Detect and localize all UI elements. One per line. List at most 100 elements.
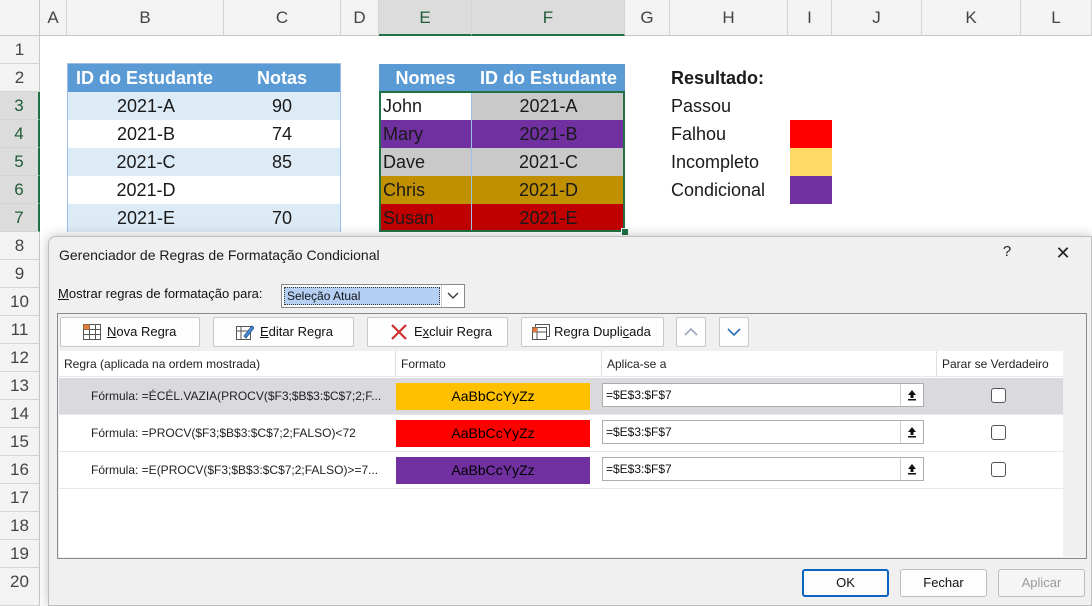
new-rule-button[interactable]: Nova Regra bbox=[60, 317, 200, 347]
column-header-a[interactable]: A bbox=[40, 0, 67, 36]
table1-cell-grade[interactable]: 74 bbox=[224, 120, 340, 148]
grid-header-rule[interactable]: Regra (aplicada na ordem mostrada) bbox=[59, 351, 396, 377]
applies-to-field[interactable]: =$E$3:$F$7 bbox=[602, 383, 924, 407]
chevron-down-icon[interactable] bbox=[441, 285, 464, 307]
move-up-button[interactable] bbox=[676, 317, 706, 347]
table1-cell-id[interactable]: 2021-B bbox=[68, 120, 224, 148]
column-header-k[interactable]: K bbox=[922, 0, 1021, 36]
stop-if-true-checkbox[interactable] bbox=[991, 388, 1006, 403]
row-header-17[interactable]: 17 bbox=[0, 484, 40, 512]
column-header-g[interactable]: G bbox=[625, 0, 670, 36]
table1-cell-id[interactable]: 2021-D bbox=[68, 176, 224, 204]
row-header-12[interactable]: 12 bbox=[0, 344, 40, 372]
rule-row[interactable]: Fórmula: =E(PROCV($F3;$B$3:$C$7;2;FALSO)… bbox=[59, 452, 1063, 489]
selected-range-border bbox=[379, 91, 625, 232]
table1-cell-id[interactable]: 2021-C bbox=[68, 148, 224, 176]
table1-cell-grade[interactable] bbox=[224, 176, 340, 204]
table1-cell-id[interactable]: 2021-E bbox=[68, 204, 224, 232]
row-header-11[interactable]: 11 bbox=[0, 316, 40, 344]
close-button[interactable]: Fechar bbox=[900, 569, 987, 597]
table2-header-id[interactable]: ID do Estudante bbox=[472, 64, 625, 92]
row-header-9[interactable]: 9 bbox=[0, 260, 40, 288]
table1-header-grades[interactable]: Notas bbox=[224, 64, 340, 92]
legend-title[interactable]: Resultado: bbox=[671, 64, 811, 92]
rules-grid: Regra (aplicada na ordem mostrada) Forma… bbox=[59, 351, 1063, 557]
row-header-8[interactable]: 8 bbox=[0, 232, 40, 260]
dialog-title: Gerenciador de Regras de Formatação Cond… bbox=[59, 247, 380, 263]
chevron-up-icon bbox=[684, 327, 698, 336]
edit-rule-button[interactable]: Editar Regra bbox=[213, 317, 354, 347]
rule-row[interactable]: Fórmula: =ÉCÉL.VAZIA(PROCV($F3;$B$3:$C$7… bbox=[59, 378, 1063, 415]
legend-label[interactable]: Passou bbox=[671, 92, 786, 120]
applies-to-field[interactable]: =$E$3:$F$7 bbox=[602, 420, 924, 444]
stop-if-true-checkbox[interactable] bbox=[991, 462, 1006, 477]
row-header-13[interactable]: 13 bbox=[0, 372, 40, 400]
row-header-3[interactable]: 3 bbox=[0, 92, 40, 120]
grid-header-stop[interactable]: Parar se Verdadeiro bbox=[937, 351, 1063, 377]
legend-label[interactable]: Falhou bbox=[671, 120, 786, 148]
delete-rule-button[interactable]: Excluir Regra bbox=[367, 317, 508, 347]
conditional-formatting-rules-manager-dialog: Gerenciador de Regras de Formatação Cond… bbox=[48, 236, 1092, 606]
move-down-button[interactable] bbox=[719, 317, 749, 347]
row-header-6[interactable]: 6 bbox=[0, 176, 40, 204]
row-header-2[interactable]: 2 bbox=[0, 64, 40, 92]
collapse-range-icon[interactable] bbox=[900, 384, 923, 406]
row-header-4[interactable]: 4 bbox=[0, 120, 40, 148]
column-header-d[interactable]: D bbox=[341, 0, 379, 36]
rule-formula: Fórmula: =E(PROCV($F3;$B$3:$C$7;2;FALSO)… bbox=[91, 463, 379, 477]
table1-cell-grade[interactable]: 70 bbox=[224, 204, 340, 232]
table1-cell-id[interactable]: 2021-A bbox=[68, 92, 224, 120]
rule-formula: Fórmula: =PROCV($F3;$B$3:$C$7;2;FALSO)<7… bbox=[91, 426, 356, 440]
table1-cell-grade[interactable]: 90 bbox=[224, 92, 340, 120]
row-header-19[interactable]: 19 bbox=[0, 540, 40, 568]
row-header-14[interactable]: 14 bbox=[0, 400, 40, 428]
duplicate-rule-button[interactable]: Regra Duplicada bbox=[521, 317, 664, 347]
table2-header-names[interactable]: Nomes bbox=[379, 64, 472, 92]
chevron-down-icon bbox=[727, 328, 741, 337]
delete-icon bbox=[391, 324, 407, 340]
table1-cell-grade[interactable]: 85 bbox=[224, 148, 340, 176]
legend-swatch-purple[interactable] bbox=[790, 176, 832, 204]
column-header-b[interactable]: B bbox=[67, 0, 224, 36]
row-header-7[interactable]: 7 bbox=[0, 204, 40, 232]
applies-to-field[interactable]: =$E$3:$F$7 bbox=[602, 457, 924, 481]
row-header-5[interactable]: 5 bbox=[0, 148, 40, 176]
new-rule-icon bbox=[83, 324, 101, 340]
format-preview: AaBbCcYyZz bbox=[396, 457, 590, 484]
column-header-i[interactable]: I bbox=[788, 0, 832, 36]
stop-if-true-checkbox[interactable] bbox=[991, 425, 1006, 440]
ok-button[interactable]: OK bbox=[802, 569, 889, 597]
select-all-corner[interactable] bbox=[0, 0, 40, 36]
collapse-range-icon[interactable] bbox=[900, 421, 923, 443]
help-button[interactable]: ? bbox=[999, 243, 1015, 260]
legend-label[interactable]: Condicional bbox=[671, 176, 786, 204]
format-preview: AaBbCcYyZz bbox=[396, 383, 590, 410]
legend-label[interactable]: Incompleto bbox=[671, 148, 786, 176]
close-icon[interactable]: ✕ bbox=[1052, 242, 1074, 264]
fill-handle[interactable] bbox=[621, 228, 629, 236]
column-header-e[interactable]: E bbox=[379, 0, 472, 36]
row-header-10[interactable]: 10 bbox=[0, 288, 40, 316]
table1-header-id[interactable]: ID do Estudante bbox=[68, 64, 224, 92]
row-header-20[interactable]: 20 bbox=[0, 568, 40, 606]
show-rules-dropdown[interactable]: Seleção Atual bbox=[281, 284, 465, 308]
column-header-j[interactable]: J bbox=[832, 0, 922, 36]
row-header-16[interactable]: 16 bbox=[0, 456, 40, 484]
row-header-18[interactable]: 18 bbox=[0, 512, 40, 540]
grid-header-format[interactable]: Formato bbox=[396, 351, 602, 377]
column-header-l[interactable]: L bbox=[1021, 0, 1092, 36]
rules-panel: Nova Regra Editar Regra Excluir Regra Re… bbox=[57, 313, 1087, 559]
collapse-range-icon[interactable] bbox=[900, 458, 923, 480]
duplicate-rule-label: Regra Duplicada bbox=[554, 324, 651, 339]
column-header-f[interactable]: F bbox=[472, 0, 625, 36]
legend-swatch-yellow[interactable] bbox=[790, 148, 832, 176]
legend-swatch-red[interactable] bbox=[790, 120, 832, 148]
row-header-1[interactable]: 1 bbox=[0, 36, 40, 64]
column-header-h[interactable]: H bbox=[670, 0, 788, 36]
grid-header-applies[interactable]: Aplica-se a bbox=[602, 351, 937, 377]
apply-button[interactable]: Aplicar bbox=[998, 569, 1085, 597]
column-header-c[interactable]: C bbox=[224, 0, 341, 36]
row-header-15[interactable]: 15 bbox=[0, 428, 40, 456]
rule-row[interactable]: Fórmula: =PROCV($F3;$B$3:$C$7;2;FALSO)<7… bbox=[59, 415, 1063, 452]
show-rules-label-text: ostrar regras de formatação para: bbox=[68, 286, 263, 301]
